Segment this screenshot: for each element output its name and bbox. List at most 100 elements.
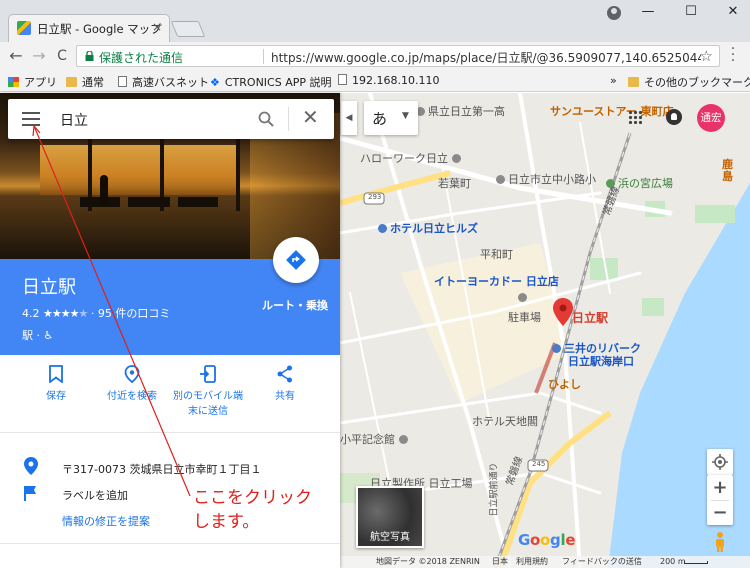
address-bar[interactable]: 保護された通信 https://www.google.co.jp/maps/pl… bbox=[76, 45, 720, 67]
suggest-edit-link[interactable]: 情報の修正を提案 bbox=[62, 513, 150, 529]
browser-title-bar: 日立駅 - Google マップ × — ☐ ✕ bbox=[0, 0, 750, 42]
map-label-text: サンユーストアー 東町店 bbox=[550, 105, 674, 118]
nearby-pin-icon bbox=[124, 365, 140, 383]
search-icon[interactable] bbox=[258, 111, 274, 127]
hamburger-bar bbox=[22, 118, 40, 120]
museum-icon bbox=[398, 435, 408, 444]
bookmark-label: 高速バスネット bbox=[132, 76, 209, 89]
map-label-supermarket: サンユーストアー 東町店 bbox=[550, 103, 674, 119]
satellite-toggle[interactable]: 航空写真 bbox=[356, 486, 424, 548]
clear-search-icon[interactable]: ✕ bbox=[302, 105, 319, 129]
hamburger-menu-icon[interactable] bbox=[22, 112, 40, 126]
url-text[interactable]: https://www.google.co.jp/maps/place/日立駅/… bbox=[271, 49, 701, 66]
zoom-out-button[interactable]: − bbox=[707, 500, 733, 525]
map-label-hotel-tenchi: ホテル天地閣 bbox=[472, 413, 538, 429]
photo-bench bbox=[178, 197, 218, 207]
back-button[interactable]: ← bbox=[6, 45, 26, 67]
google-apps-icon[interactable] bbox=[628, 110, 642, 124]
add-label-text: ラベルを追加 bbox=[62, 489, 128, 502]
notifications-icon[interactable] bbox=[666, 109, 682, 125]
map-label-heiwa: 平和町 bbox=[480, 248, 513, 261]
browser-toolbar: ← → C 保護された通信 https://www.google.co.jp/m… bbox=[0, 42, 750, 70]
zoom-in-button[interactable]: + bbox=[707, 475, 733, 500]
directions-label[interactable]: ルート・乗換 bbox=[262, 297, 328, 313]
secure-connection-label: 保護された通信 bbox=[99, 51, 184, 65]
terms-link[interactable]: 利用規約 bbox=[516, 556, 548, 568]
map-label-text: ハローワーク日立 bbox=[360, 152, 448, 165]
place-pin-icon[interactable] bbox=[553, 298, 573, 326]
photo-bench bbox=[128, 197, 170, 207]
send-to-phone-button[interactable]: 別のモバイル端 末に送信 bbox=[168, 365, 248, 418]
parking-icon bbox=[552, 344, 561, 353]
bookmark-other[interactable]: その他のブックマーク bbox=[628, 74, 750, 90]
share-button[interactable]: 共有 bbox=[245, 365, 325, 403]
map-label-text: 小平記念館 bbox=[340, 433, 395, 446]
map-label-wakaba: 若葉町 bbox=[438, 177, 471, 190]
bookmark-icon bbox=[49, 365, 63, 383]
collapse-panel-icon[interactable]: ◀ bbox=[341, 101, 357, 135]
share-icon bbox=[277, 365, 292, 383]
search-box[interactable]: 日立 ✕ bbox=[8, 99, 334, 139]
map-canvas[interactable]: 293 245 県立日立第一高 サンユーストアー 東町店 ハローワーク日立 若葉… bbox=[340, 93, 750, 568]
input-method-control[interactable]: あ ▼ bbox=[364, 101, 418, 135]
attribution-data: 地図データ ©2018 ZENRIN bbox=[376, 557, 480, 566]
feedback-link[interactable]: フィードバックの送信 bbox=[562, 556, 642, 568]
map-label-station[interactable]: 日立駅 bbox=[572, 309, 608, 326]
window-minimize-button[interactable]: — bbox=[637, 3, 659, 21]
lock-icon bbox=[85, 51, 94, 61]
rating-stars-icon: ★★★★ bbox=[43, 307, 79, 320]
place-category[interactable]: 駅 · ♿ bbox=[22, 327, 53, 343]
input-method-label: あ bbox=[372, 110, 388, 128]
save-button[interactable]: 保存 bbox=[16, 365, 96, 403]
bookmark-folder-normal[interactable]: 通常 bbox=[66, 74, 104, 90]
my-location-button[interactable] bbox=[707, 449, 733, 475]
chrome-account-icon[interactable] bbox=[607, 6, 621, 20]
bookmark-star-icon[interactable]: ☆ bbox=[700, 47, 713, 65]
bookmark-apps[interactable]: アプリ bbox=[8, 74, 57, 90]
directions-button[interactable] bbox=[273, 237, 319, 283]
map-label-ribaku-2: 日立駅海岸口 bbox=[568, 355, 634, 368]
google-logo: Google bbox=[518, 531, 576, 549]
new-tab-button[interactable] bbox=[170, 21, 206, 37]
google-maps-favicon-icon bbox=[17, 21, 31, 35]
bookmark-ip[interactable]: 192.168.10.110 bbox=[338, 74, 439, 87]
bookmark-label: 通常 bbox=[82, 76, 104, 89]
reload-button[interactable]: C bbox=[52, 45, 72, 67]
scale-bar bbox=[684, 561, 708, 564]
user-avatar[interactable]: 通宏 bbox=[697, 104, 725, 132]
school-icon bbox=[496, 175, 505, 184]
tab-close-icon[interactable]: × bbox=[152, 20, 162, 34]
location-pin-icon bbox=[24, 457, 38, 475]
bookmark-ctronics[interactable]: ❖ CTRONICS APP 説明 bbox=[210, 74, 332, 90]
forward-button[interactable]: → bbox=[29, 45, 49, 67]
review-count-link[interactable]: · 95 件の口コミ bbox=[91, 307, 171, 320]
flag-icon bbox=[24, 486, 36, 501]
map-label-hitachi-ave: 日立駅前通り bbox=[489, 462, 500, 517]
rating-value: 4.2 bbox=[22, 307, 40, 320]
search-input[interactable]: 日立 bbox=[60, 110, 88, 130]
photo-window bbox=[40, 145, 240, 195]
folder-icon bbox=[628, 77, 639, 87]
search-nearby-button[interactable]: 付近を検索 bbox=[92, 365, 172, 403]
nearby-label: 付近を検索 bbox=[107, 391, 157, 402]
bookmarks-overflow-icon[interactable]: » bbox=[610, 74, 617, 87]
map-label-school: 県立日立第一高 bbox=[416, 103, 505, 119]
parking-dot-icon bbox=[518, 293, 527, 302]
window-maximize-button[interactable]: ☐ bbox=[680, 3, 702, 21]
save-label: 保存 bbox=[46, 391, 66, 402]
street-view-pegman-icon[interactable] bbox=[714, 532, 726, 552]
route-245-label: 245 bbox=[532, 460, 546, 468]
bookmark-label: アプリ bbox=[24, 76, 57, 89]
hotel-icon bbox=[378, 224, 387, 233]
bookmark-label: その他のブックマーク bbox=[644, 76, 750, 89]
attribution-japan[interactable]: 日本 bbox=[492, 556, 508, 568]
place-title: 日立駅 bbox=[22, 277, 76, 298]
directions-icon bbox=[286, 250, 306, 270]
chrome-menu-icon[interactable]: · · · bbox=[728, 42, 738, 68]
bookmark-highway-bus[interactable]: 高速バスネット bbox=[118, 74, 209, 90]
scale-label[interactable]: 200 m bbox=[660, 556, 686, 568]
send-label-2: 末に送信 bbox=[188, 406, 228, 417]
window-close-button[interactable]: ✕ bbox=[722, 3, 744, 21]
omnibox-separator bbox=[263, 49, 264, 64]
browser-tab[interactable]: 日立駅 - Google マップ × bbox=[8, 14, 170, 42]
